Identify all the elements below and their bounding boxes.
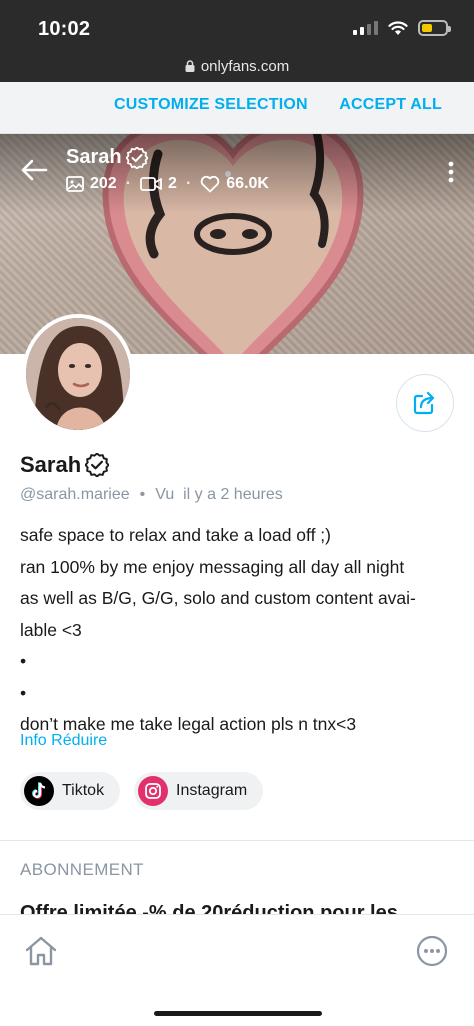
cookie-banner: CUSTOMIZE SELECTION ACCEPT ALL (0, 82, 474, 134)
username: @sarah.mariee (20, 486, 130, 503)
status-time: 10:02 (38, 18, 91, 40)
url-bar[interactable]: onlyfans.com (0, 58, 474, 82)
profile-meta: @sarah.mariee • Vu il y a 2 heures (20, 486, 283, 503)
home-icon[interactable] (24, 935, 58, 967)
tiktok-link[interactable]: Tiktok (20, 772, 121, 810)
wifi-icon (388, 20, 408, 35)
instagram-icon (138, 776, 168, 806)
verified-icon (85, 453, 110, 477)
info-collapse-link[interactable]: Info Réduire (20, 732, 107, 750)
more-horizontal-icon[interactable] (416, 935, 448, 967)
bio-line: lable <3 (20, 619, 82, 640)
cover-header-name: Sarah (66, 146, 148, 169)
url-text: onlyfans.com (200, 58, 290, 75)
share-button[interactable] (396, 374, 454, 432)
tiktok-icon (24, 776, 54, 806)
likes-count: 66.0K (226, 175, 269, 192)
profile-name: Sarah (20, 452, 110, 478)
lock-icon (185, 60, 195, 72)
bio-line: ran 100% by me enjoy messaging all day a… (20, 556, 405, 577)
cover-name-text: Sarah (66, 146, 122, 168)
instagram-label: Instagram (176, 782, 248, 799)
profile-bio: safe space to relax and take a load off … (20, 520, 460, 741)
cover-stats: 202 · 2 · 66.0K (66, 175, 269, 193)
more-vertical-icon[interactable] (448, 160, 454, 184)
video-icon (140, 177, 162, 191)
instagram-link[interactable]: Instagram (134, 772, 264, 810)
photos-count: 202 (90, 175, 117, 192)
accept-all-button[interactable]: ACCEPT ALL (339, 96, 442, 114)
bio-line: • (20, 682, 27, 703)
verified-icon (125, 146, 148, 169)
share-icon (413, 391, 435, 415)
avatar[interactable] (22, 314, 134, 434)
signal-icon (353, 21, 378, 35)
heart-icon (201, 175, 220, 193)
battery-icon (418, 20, 451, 36)
bio-line: as well as B/G, G/G, solo and custom con… (20, 588, 416, 608)
customize-selection-button[interactable]: CUSTOMIZE SELECTION (114, 96, 308, 114)
avatar-image (26, 318, 130, 430)
image-icon (66, 176, 84, 192)
bio-line: • (20, 651, 27, 671)
status-bar: 10:02 (0, 0, 474, 58)
home-indicator (154, 1011, 322, 1016)
tiktok-label: Tiktok (62, 782, 105, 799)
bio-line: safe space to relax and take a load off … (20, 525, 331, 545)
status-icons (353, 20, 451, 36)
back-arrow-icon[interactable] (20, 158, 48, 182)
videos-count: 2 (168, 175, 177, 192)
divider (0, 840, 474, 841)
last-seen: Vu il y a 2 heures (155, 486, 283, 503)
profile-name-text: Sarah (20, 452, 82, 477)
subscription-section-title: ABONNEMENT (20, 860, 144, 879)
bottom-navigation (0, 914, 474, 1026)
